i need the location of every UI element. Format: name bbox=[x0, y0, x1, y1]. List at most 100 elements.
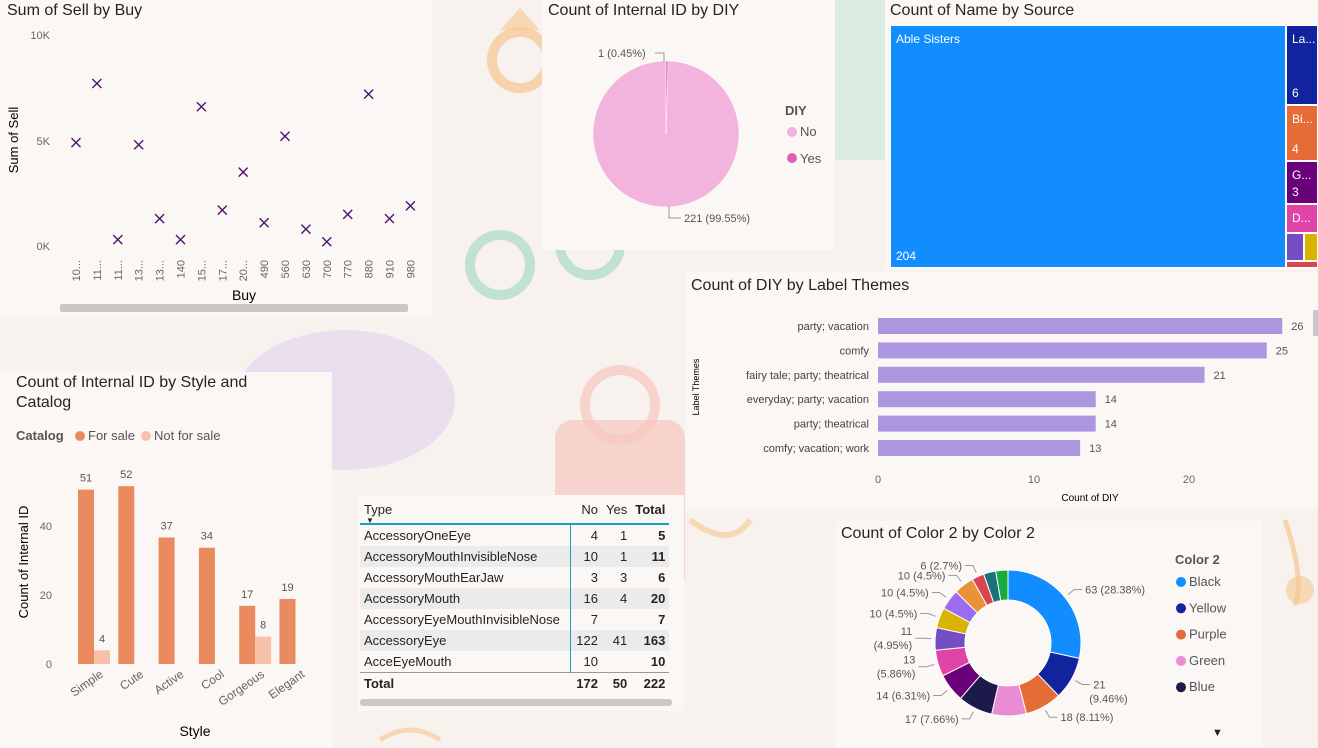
scatter-point[interactable] bbox=[71, 137, 81, 148]
matrix-row[interactable]: AccessoryEyeMouthInvisibleNose 7 7 bbox=[360, 609, 669, 630]
treemap-cell[interactable]: Bi... 4 bbox=[1286, 105, 1318, 161]
scatter-card[interactable]: Sum of Sell by Buy 10K 5K 0K Sum of Sell… bbox=[0, 0, 432, 316]
cbar-bar[interactable] bbox=[78, 489, 94, 664]
scatter-point[interactable] bbox=[217, 205, 228, 216]
donut-chart[interactable]: 63 (28.38%) 21 (9.46%) 18 (8.11%) 17 (7.66%)… bbox=[836, 521, 1262, 748]
matrix-row[interactable]: AccessoryMouth 16 4 20 bbox=[360, 588, 670, 609]
cbar-bar[interactable] bbox=[239, 605, 256, 664]
hbar-category-label: party; theatrical bbox=[794, 419, 869, 431]
hbar-card[interactable]: Count of DIY by Label Themes party; vaca… bbox=[686, 272, 1318, 508]
hbar-scrollbar[interactable] bbox=[1313, 310, 1318, 336]
scatter-scrollbar[interactable] bbox=[60, 304, 408, 312]
hbar-chart[interactable]: party; vacation 26 comfy 25 fairy tale; part… bbox=[686, 272, 1318, 508]
donut-legend-item[interactable]: Purple bbox=[1176, 627, 1227, 642]
scatter-point[interactable] bbox=[259, 217, 270, 228]
cbar-bar[interactable] bbox=[94, 650, 110, 664]
sort-down-icon[interactable]: ▼ bbox=[366, 516, 374, 525]
scatter-xtick: 140 bbox=[176, 260, 188, 278]
scatter-ytick-5k: 5K bbox=[37, 136, 51, 148]
hbar-bar[interactable] bbox=[878, 366, 1205, 383]
scatter-point[interactable] bbox=[300, 224, 311, 235]
matrix-table[interactable]: Type ▼ No Yes Total AccessoryOneEye 4 1 5 Ac… bbox=[360, 495, 670, 694]
matrix-card[interactable]: Type ▼ No Yes Total AccessoryOneEye 4 1 5 Ac… bbox=[358, 495, 684, 711]
cbar-value-label: 8 bbox=[260, 620, 266, 632]
matrix-row[interactable]: AccessoryMouthInvisibleNose 10 1 11 bbox=[360, 546, 670, 567]
caret-down-icon[interactable]: ▼ bbox=[1212, 727, 1223, 739]
hbar-bar[interactable] bbox=[878, 318, 1283, 334]
donut-data-label: 17 (7.66%) bbox=[905, 714, 959, 726]
scatter-chart[interactable]: 10K 5K 0K Sum of Sell Buy 10... 11... 11..… bbox=[0, 0, 432, 316]
treemap-cell[interactable] bbox=[1286, 233, 1304, 261]
cbar-chart[interactable]: Catalog For sale Not for sale 40 20 0 Co… bbox=[0, 372, 332, 748]
matrix-cell-yes: 3 bbox=[619, 570, 628, 585]
hbar-bar[interactable] bbox=[878, 415, 1096, 432]
treemap-card[interactable]: Count of Name by Source Able Sisters 204 L… bbox=[885, 0, 1318, 270]
matrix-row[interactable]: AccessoryMouthEarJaw 3 3 6 bbox=[360, 567, 669, 588]
scatter-xlabel: Buy bbox=[232, 287, 256, 303]
scatter-point[interactable] bbox=[342, 209, 353, 220]
scatter-point[interactable] bbox=[196, 101, 207, 112]
treemap-cell[interactable]: Able Sisters 204 bbox=[890, 25, 1286, 268]
donut-legend-item[interactable]: Green bbox=[1176, 653, 1225, 668]
scatter-point[interactable] bbox=[133, 139, 144, 150]
cbar-card[interactable]: Count of Internal ID by Style and Catalo… bbox=[0, 372, 332, 748]
matrix-header-yes[interactable]: Yes bbox=[602, 495, 632, 525]
cbar-bar[interactable] bbox=[118, 486, 135, 664]
cbar-legend-notforsale[interactable]: Not for sale bbox=[141, 428, 220, 443]
hbar-bar[interactable] bbox=[878, 391, 1096, 408]
matrix-total-row: Total 172 50 222 bbox=[360, 672, 670, 694]
scatter-point[interactable] bbox=[384, 213, 395, 224]
cbar-value-label: 4 bbox=[99, 633, 105, 645]
scatter-point[interactable] bbox=[175, 234, 186, 245]
treemap-cell[interactable] bbox=[1304, 233, 1318, 261]
cbar-bar[interactable] bbox=[198, 547, 215, 664]
scatter-point[interactable] bbox=[91, 78, 102, 89]
pie-chart[interactable]: 1 (0.45%) 221 (99.55%) DIY No Yes bbox=[542, 0, 835, 250]
scatter-point[interactable] bbox=[405, 200, 416, 211]
matrix-row[interactable]: AccessoryEye 122 41 163 bbox=[360, 630, 670, 651]
treemap-cell[interactable]: G... 3 bbox=[1286, 161, 1318, 204]
donut-legend-item[interactable]: Blue bbox=[1176, 679, 1215, 694]
donut-leader-line bbox=[918, 664, 935, 668]
treemap-cell[interactable]: D... bbox=[1286, 204, 1318, 233]
scatter-point[interactable] bbox=[112, 234, 123, 245]
hbar-value-label: 26 bbox=[1291, 321, 1303, 333]
matrix-cell-type: AccessoryMouthEarJaw bbox=[360, 567, 571, 588]
donut-legend-item[interactable]: Yellow bbox=[1176, 600, 1227, 615]
matrix-header-no[interactable]: No bbox=[570, 495, 602, 525]
matrix-row[interactable]: AccessoryOneEye 4 1 5 bbox=[360, 524, 669, 546]
cbar-bar[interactable] bbox=[279, 599, 296, 664]
pie-legend-yes[interactable]: Yes bbox=[787, 151, 822, 166]
cbar-bar[interactable] bbox=[158, 537, 175, 664]
pie-legend-no-dot bbox=[787, 127, 797, 137]
scatter-point[interactable] bbox=[154, 213, 165, 224]
hbar-bar[interactable] bbox=[878, 342, 1267, 359]
scatter-point[interactable] bbox=[280, 131, 290, 142]
treemap-cell[interactable] bbox=[1286, 261, 1318, 268]
donut-slice[interactable] bbox=[1007, 569, 1082, 659]
cbar-bar[interactable] bbox=[255, 636, 272, 664]
donut-data-label: 6 (2.7%) bbox=[920, 561, 962, 573]
donut-legend-item[interactable]: Black bbox=[1176, 574, 1221, 589]
hbar-bar[interactable] bbox=[878, 440, 1081, 456]
treemap-cell-value: 3 bbox=[1292, 185, 1299, 199]
treemap-chart[interactable]: Able Sisters 204 La... 6 Bi... 4 G... 3 D... bbox=[890, 25, 1318, 268]
matrix-header-total[interactable]: Total bbox=[631, 495, 670, 525]
treemap-cell[interactable]: La... 6 bbox=[1286, 25, 1318, 105]
treemap-cell-label: Bi... bbox=[1292, 112, 1313, 126]
cbar-category-label: Elegant bbox=[266, 667, 308, 702]
matrix-header-type[interactable]: Type ▼ bbox=[360, 495, 570, 525]
pie-card[interactable]: Count of Internal ID by DIY 1 (0.45%) 22… bbox=[542, 0, 835, 250]
scatter-point[interactable] bbox=[238, 167, 249, 178]
matrix-cell-yes: 1 bbox=[619, 528, 628, 543]
scatter-point[interactable] bbox=[321, 236, 332, 247]
cbar-legend-forsale[interactable]: For sale bbox=[75, 428, 135, 443]
donut-leader-line bbox=[1074, 680, 1091, 685]
donut-card[interactable]: Count of Color 2 by Color 2 63 (28.38%) 2… bbox=[836, 521, 1262, 748]
scatter-point[interactable] bbox=[363, 89, 374, 100]
cbar-legend-notforsale-dot bbox=[141, 431, 151, 441]
matrix-row[interactable]: AcceEyeMouth 10 10 bbox=[360, 651, 669, 673]
pie-legend-no[interactable]: No bbox=[787, 124, 817, 139]
matrix-scrollbar[interactable] bbox=[360, 699, 672, 706]
hbar-xtick-20: 20 bbox=[1183, 474, 1195, 486]
